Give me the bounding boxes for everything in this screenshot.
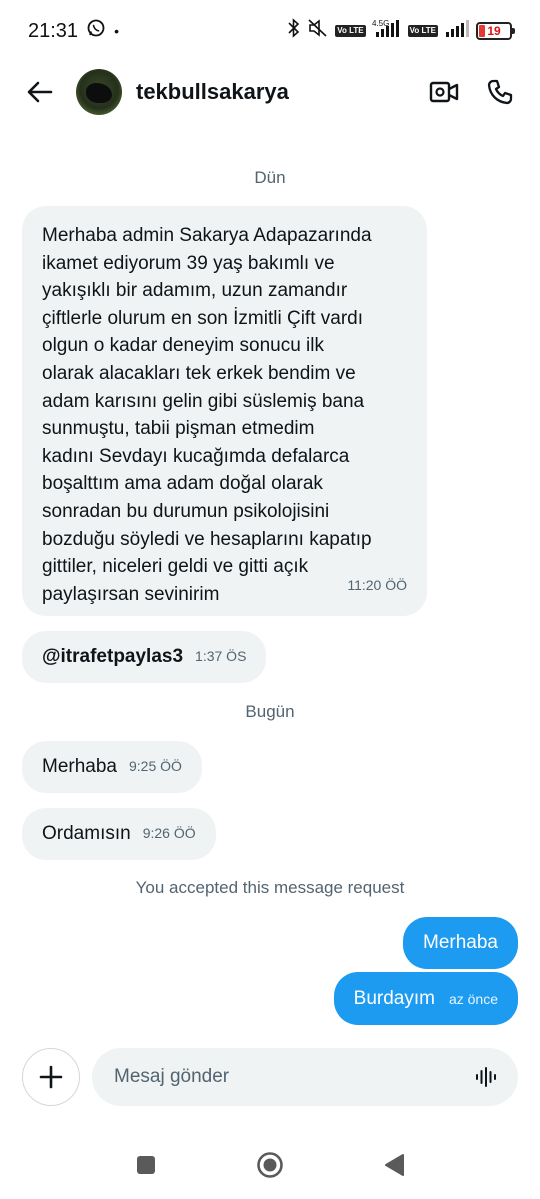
status-left: 21:31 • — [28, 18, 119, 44]
message-time: 9:26 ÖÖ — [142, 825, 196, 842]
incoming-message-long[interactable]: Merhaba admin Sakarya Adapazarında ikame… — [22, 206, 427, 616]
header-actions — [426, 74, 518, 110]
message-request-accepted-note: You accepted this message request — [135, 878, 405, 897]
message-text: Merhaba — [423, 932, 498, 953]
incoming-message-mention[interactable]: @itrafetpaylas3 1:37 ÖS — [22, 631, 267, 683]
voice-message-button[interactable] — [472, 1063, 500, 1091]
triangle-back-icon — [385, 1154, 404, 1176]
back-nav-button[interactable] — [379, 1150, 409, 1180]
message-text: Merhaba admin Sakarya Adapazarında ikame… — [42, 225, 372, 605]
add-media-button[interactable] — [22, 1048, 80, 1106]
circle-icon — [257, 1152, 283, 1178]
home-button[interactable] — [255, 1150, 285, 1180]
bluetooth-icon — [287, 18, 301, 44]
signal-icon-2 — [444, 18, 470, 44]
volte-badge-2: Vo LTE — [407, 25, 438, 37]
message-text: Merhaba — [42, 756, 117, 778]
status-bar: 21:31 • Vo LTE 4.5G Vo LTE 19 — [0, 0, 540, 62]
plus-icon — [39, 1065, 63, 1089]
back-arrow-icon — [27, 81, 53, 103]
date-separator-today: Bugün — [245, 702, 295, 721]
notification-dot-icon: • — [114, 23, 119, 39]
mention-link[interactable]: @itrafetpaylas3 — [42, 643, 183, 671]
message-input-container — [92, 1048, 518, 1106]
voice-call-button[interactable] — [482, 74, 518, 110]
message-time: 9:25 ÖÖ — [129, 758, 182, 775]
battery-icon: 19 — [476, 22, 515, 40]
dm-screen: 21:31 • Vo LTE 4.5G Vo LTE 19 tekbullsak… — [0, 0, 540, 1199]
outgoing-message[interactable]: Merhaba — [403, 917, 518, 969]
message-composer — [0, 1048, 540, 1110]
voice-icon — [476, 1067, 496, 1087]
message-text: Burdayım — [353, 987, 435, 1009]
back-button[interactable] — [22, 74, 58, 110]
message-input[interactable] — [114, 1066, 472, 1088]
mute-icon — [307, 18, 329, 44]
video-call-button[interactable] — [426, 74, 462, 110]
battery-level: 19 — [487, 24, 501, 38]
message-time: 11:20 ÖÖ — [347, 577, 407, 594]
conversation-username[interactable]: tekbullsakarya — [136, 79, 289, 105]
message-time: az önce — [448, 990, 498, 1007]
status-right: Vo LTE 4.5G Vo LTE 19 — [287, 18, 515, 44]
phone-icon — [487, 79, 513, 105]
message-text: Ordamısın — [42, 823, 131, 845]
incoming-message[interactable]: Ordamısın 9:26 ÖÖ — [22, 808, 216, 860]
conversation-header: tekbullsakarya — [0, 62, 540, 122]
outgoing-message[interactable]: Burdayım az önce — [333, 972, 518, 1025]
avatar[interactable] — [76, 69, 122, 115]
square-icon — [137, 1156, 155, 1174]
incoming-message[interactable]: Merhaba 9:25 ÖÖ — [22, 741, 202, 793]
signal-icon: 4.5G — [372, 18, 402, 44]
video-call-icon — [429, 81, 459, 103]
message-time: 1:37 ÖS — [195, 648, 247, 665]
recents-button[interactable] — [131, 1150, 161, 1180]
volte-badge: Vo LTE — [335, 25, 366, 37]
whatsapp-icon — [86, 18, 106, 44]
status-time: 21:31 — [28, 19, 79, 42]
date-separator-yesterday: Dün — [254, 168, 286, 187]
system-nav-bar — [0, 1140, 540, 1190]
